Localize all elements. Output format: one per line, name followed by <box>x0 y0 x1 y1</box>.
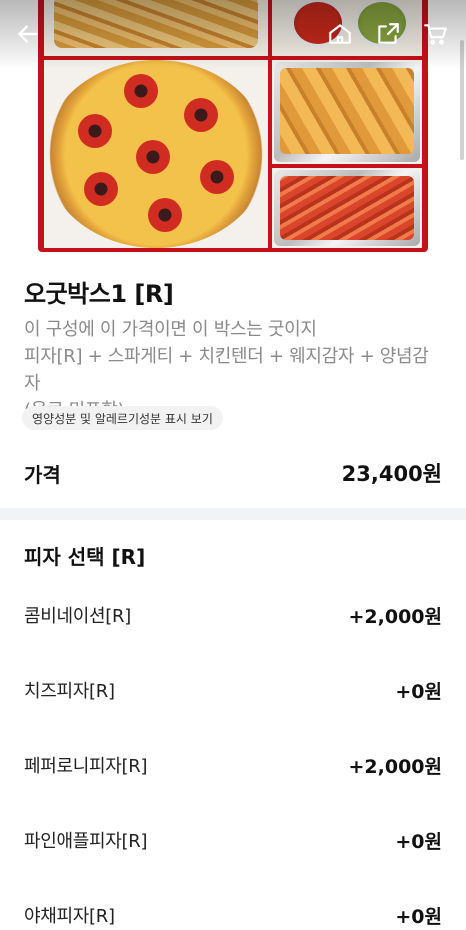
option-item[interactable]: 페퍼로니피자[R] +2,000원 <box>24 740 442 815</box>
option-name: 콤비네이션[R] <box>24 606 131 627</box>
pizza-option-list: 콤비네이션[R] +2,000원 치즈피자[R] +0원 페퍼로니피자[R] +… <box>24 590 442 930</box>
option-price: +2,000원 <box>348 606 443 628</box>
price-label: 가격 <box>24 462 61 487</box>
option-price: +0원 <box>395 831 442 853</box>
spaghetti-section <box>272 168 422 248</box>
share-button[interactable] <box>372 18 404 50</box>
pizza <box>44 60 268 248</box>
product-title: 오굿박스1 [R] <box>24 280 174 308</box>
description-line: 피자[R] + 스파게티 + 치킨텐더 + 웨지감자 + 양념감자 <box>24 346 429 394</box>
option-item[interactable]: 야채피자[R] +0원 <box>24 890 442 930</box>
option-item[interactable]: 파인애플피자[R] +0원 <box>24 815 442 890</box>
chicken-tender-section <box>272 60 422 164</box>
nutrition-info-link[interactable]: 영양성분 및 알레르기성분 표시 보기 <box>22 406 223 430</box>
option-name: 치즈피자[R] <box>24 681 115 702</box>
option-price: +0원 <box>395 681 442 703</box>
pizza-section <box>44 60 268 248</box>
home-button[interactable] <box>324 18 356 50</box>
back-button[interactable] <box>12 18 44 50</box>
option-name: 야채피자[R] <box>24 906 115 927</box>
option-price: +2,000원 <box>348 756 443 778</box>
option-name: 페퍼로니피자[R] <box>24 756 148 777</box>
price-value: 23,400원 <box>341 462 442 486</box>
back-arrow-icon <box>18 25 38 43</box>
option-price: +0원 <box>395 906 442 928</box>
cart-button[interactable] <box>420 18 452 50</box>
price-row: 가격 23,400원 <box>24 458 442 488</box>
description-line: 이 구성에 이 가격이면 이 박스는 굿이지 <box>24 319 317 340</box>
option-item[interactable]: 콤비네이션[R] +2,000원 <box>24 590 442 665</box>
section-divider <box>0 508 466 520</box>
option-name: 파인애플피자[R] <box>24 831 148 852</box>
cart-icon <box>424 24 447 45</box>
home-icon <box>329 24 351 44</box>
option-item[interactable]: 치즈피자[R] +0원 <box>24 665 442 740</box>
pizza-select-title: 피자 선택 [R] <box>24 545 146 569</box>
scrollbar[interactable] <box>460 40 464 160</box>
share-icon <box>378 23 399 44</box>
